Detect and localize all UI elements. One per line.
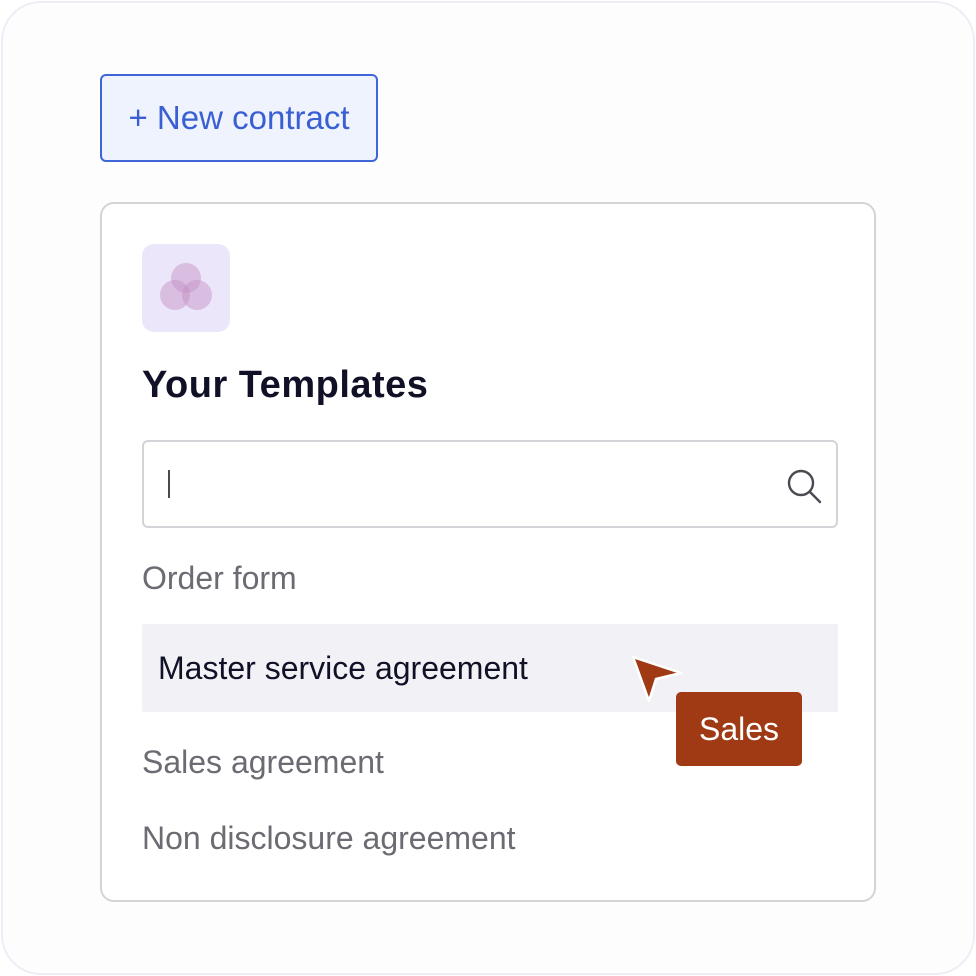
new-contract-button[interactable]: + New contract — [100, 74, 378, 162]
collaborator-name-tag: Sales — [676, 692, 802, 766]
template-item-order-form[interactable]: Order form — [142, 534, 838, 622]
templates-panel: Your Templates Order form Master service… — [100, 202, 876, 902]
new-contract-label: + New contract — [128, 99, 350, 136]
template-item-non-disclosure-agreement[interactable]: Non disclosure agreement — [142, 794, 838, 882]
search-icon[interactable] — [784, 466, 824, 506]
collaborator-name-label: Sales — [698, 710, 780, 747]
templates-logo — [142, 244, 230, 332]
template-item-label: Master service agreement — [158, 649, 528, 686]
template-search-input[interactable] — [142, 440, 838, 528]
template-item-label: Non disclosure agreement — [142, 819, 516, 856]
template-item-label: Order form — [142, 559, 297, 596]
template-item-label: Sales agreement — [142, 743, 384, 780]
text-caret — [168, 470, 170, 498]
circles-logo-icon — [160, 263, 212, 310]
page-title: Your Templates — [142, 364, 429, 406]
